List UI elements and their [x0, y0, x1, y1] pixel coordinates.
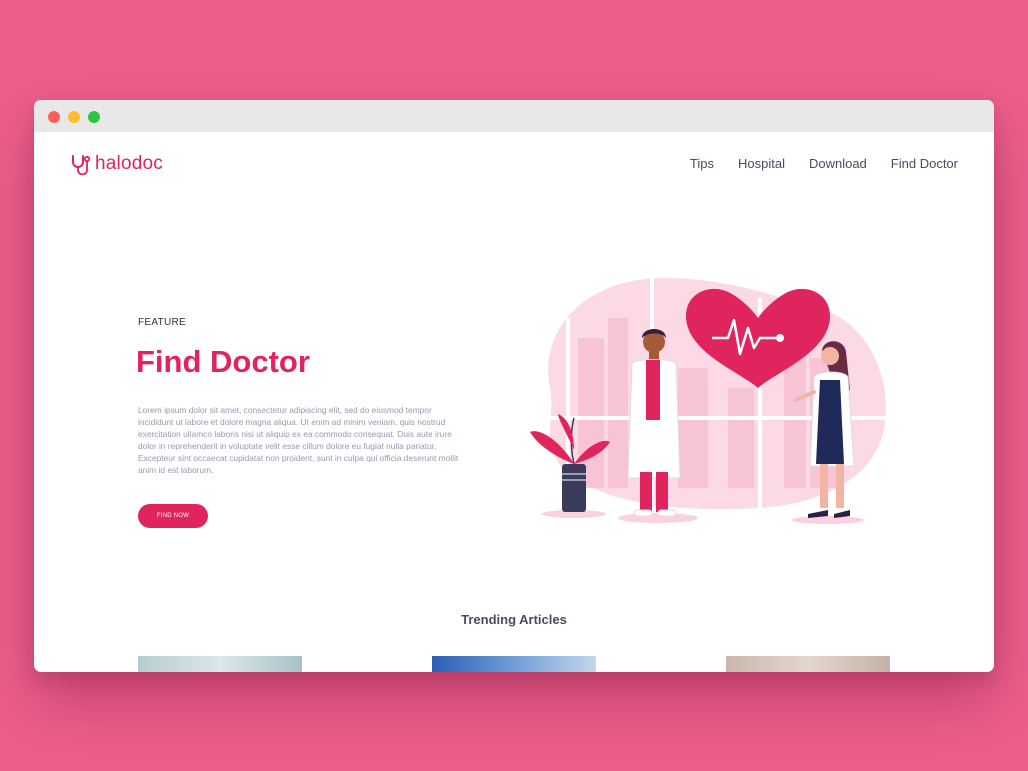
minimize-window-button[interactable] — [68, 111, 80, 123]
hero-description: Lorem ipsum dolor sit amet, consectetur … — [138, 405, 459, 475]
nav-item-hospital[interactable]: Hospital — [738, 156, 785, 171]
browser-window: halodoc Tips Hospital Download Find Doct… — [34, 100, 994, 672]
trending-articles-heading: Trending Articles — [461, 612, 567, 627]
nav-item-find-doctor[interactable]: Find Doctor — [891, 156, 958, 171]
feature-label: FEATURE — [138, 317, 187, 328]
brand-name: halodoc — [95, 153, 163, 174]
stethoscope-icon — [72, 155, 91, 175]
window-titlebar — [34, 100, 994, 132]
nav-item-tips[interactable]: Tips — [690, 156, 714, 171]
article-thumbnail[interactable] — [138, 656, 302, 672]
article-thumbnail[interactable] — [432, 656, 596, 672]
maximize-window-button[interactable] — [88, 111, 100, 123]
nav-item-download[interactable]: Download — [809, 156, 867, 171]
find-now-button[interactable]: FIND NOW — [138, 504, 208, 528]
main-nav: Tips Hospital Download Find Doctor — [690, 156, 958, 171]
close-window-button[interactable] — [48, 111, 60, 123]
hero-title: Find Doctor — [136, 344, 310, 379]
article-thumbnail[interactable] — [726, 656, 890, 672]
doctors-illustration — [530, 277, 888, 524]
brand-logo[interactable]: halodoc — [69, 152, 163, 176]
